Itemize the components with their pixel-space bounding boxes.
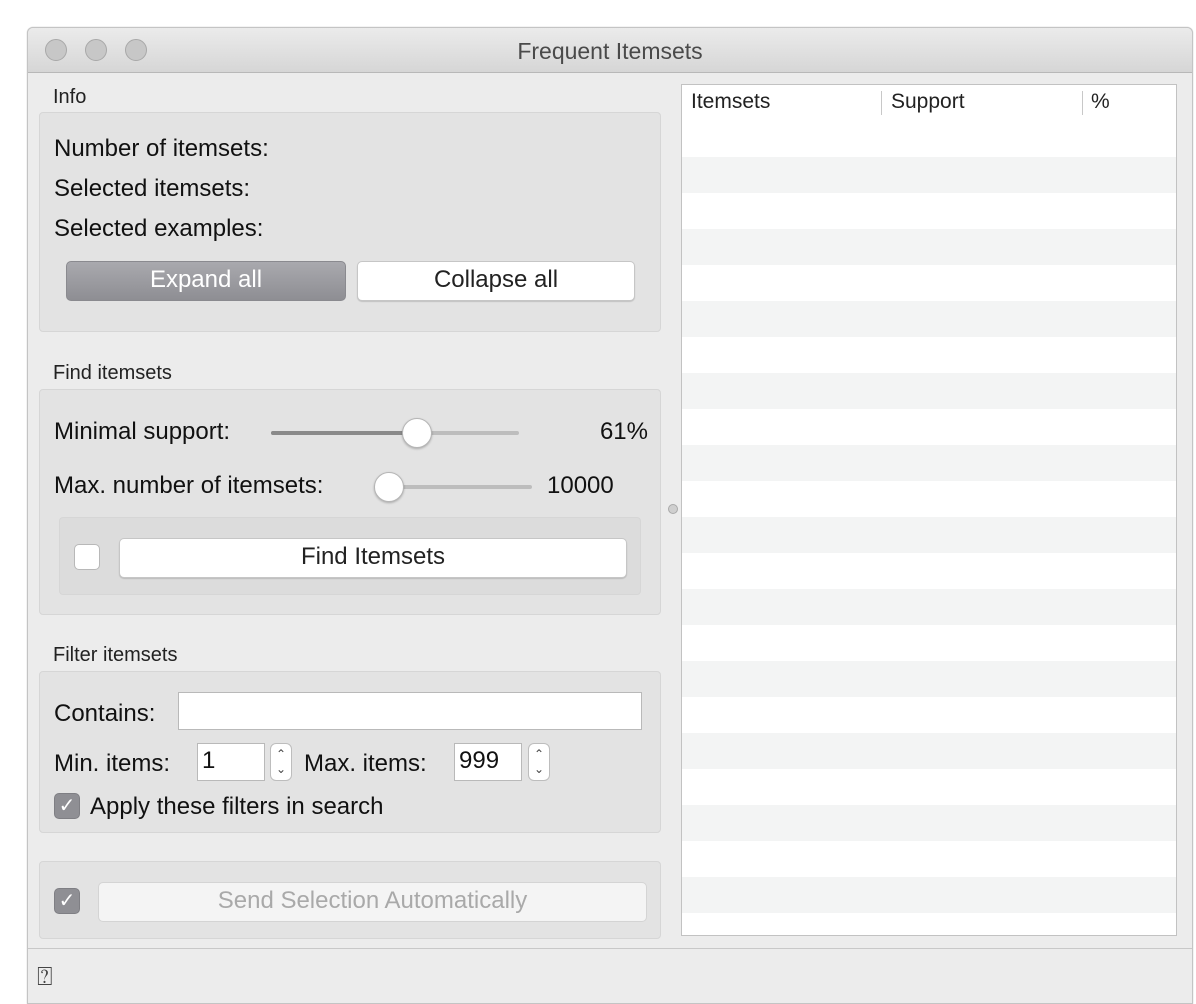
contains-label: Contains: [54,700,156,727]
table-row [682,661,1176,697]
table-row [682,697,1176,733]
column-header-itemsets[interactable]: Itemsets [691,90,770,114]
checkmark-icon: ✓ [58,890,76,912]
table-row [682,877,1176,913]
filter-itemsets-group: Contains: Min. items: 1 ⌃ ⌄ Max. items: … [39,671,661,833]
table-row [682,805,1176,841]
minimal-support-slider[interactable] [271,416,519,450]
table-row [682,913,1176,935]
stepper-down-icon[interactable]: ⌄ [529,762,549,776]
table-row [682,769,1176,805]
max-itemsets-slider[interactable] [374,470,532,504]
status-bar: ⍰ [28,948,1192,1003]
find-itemsets-group: Minimal support: 61% Max. number of item… [39,389,661,615]
splitter-handle[interactable] [668,504,678,514]
find-controls-box: Find Itemsets [59,517,641,595]
column-divider[interactable] [881,91,882,115]
max-itemsets-knob[interactable] [374,472,404,502]
expand-all-button[interactable]: Expand all [66,261,346,301]
table-row [682,733,1176,769]
table-row [682,337,1176,373]
minimal-support-label: Minimal support: [54,418,231,445]
max-items-stepper[interactable]: ⌃ ⌄ [528,743,550,781]
table-row [682,193,1176,229]
checkmark-icon: ✓ [58,795,76,817]
apply-filters-checkbox[interactable]: ✓ [54,793,80,819]
number-of-itemsets-label: Number of itemsets: [54,135,269,162]
table-row [682,553,1176,589]
max-items-label: Max. items: [304,750,427,777]
table-header: Itemsets Support % [682,85,1176,121]
column-divider[interactable] [1082,91,1083,115]
stepper-up-icon[interactable]: ⌃ [529,747,549,761]
table-row [682,625,1176,661]
minimal-support-fill [271,431,417,435]
table-row [682,301,1176,337]
filter-itemsets-section-label: Filter itemsets [53,644,178,666]
selected-examples-label: Selected examples: [54,215,264,242]
min-items-input[interactable]: 1 [197,743,265,781]
info-group: Number of itemsets: Selected itemsets: S… [39,112,661,332]
find-itemsets-section-label: Find itemsets [53,362,172,384]
table-row [682,589,1176,625]
collapse-all-button[interactable]: Collapse all [357,261,635,301]
max-itemsets-value: 10000 [547,472,614,499]
table-row [682,409,1176,445]
send-selection-button[interactable]: Send Selection Automatically [98,882,647,922]
min-items-stepper[interactable]: ⌃ ⌄ [270,743,292,781]
apply-filters-label: Apply these filters in search [90,793,384,820]
table-row [682,841,1176,877]
auto-find-checkbox[interactable] [74,544,100,570]
table-row [682,265,1176,301]
find-itemsets-button[interactable]: Find Itemsets [119,538,627,578]
frequent-itemsets-window: Frequent Itemsets Info Number of itemset… [27,27,1193,1004]
auto-send-checkbox[interactable]: ✓ [54,888,80,914]
contains-input[interactable] [178,692,642,730]
minimal-support-value: 61% [599,418,648,445]
max-items-input[interactable]: 999 [454,743,522,781]
help-icon[interactable]: ⍰ [37,961,53,993]
table-row [682,445,1176,481]
table-row [682,121,1176,157]
window-title: Frequent Itemsets [517,38,703,64]
column-header-support[interactable]: Support [891,90,965,114]
send-group: ✓ Send Selection Automatically [39,861,661,939]
table-row [682,517,1176,553]
info-section-label: Info [53,86,87,108]
stepper-down-icon[interactable]: ⌄ [271,762,291,776]
max-itemsets-label: Max. number of itemsets: [54,472,324,499]
stepper-up-icon[interactable]: ⌃ [271,747,291,761]
selected-itemsets-label: Selected itemsets: [54,175,251,202]
title-bar: Frequent Itemsets [28,28,1192,73]
table-row [682,373,1176,409]
table-row [682,157,1176,193]
table-row [682,229,1176,265]
table-row [682,481,1176,517]
minimal-support-knob[interactable] [401,418,432,448]
min-items-label: Min. items: [54,750,171,777]
itemsets-table[interactable]: Itemsets Support % [681,84,1177,936]
column-header-percent[interactable]: % [1091,90,1110,114]
